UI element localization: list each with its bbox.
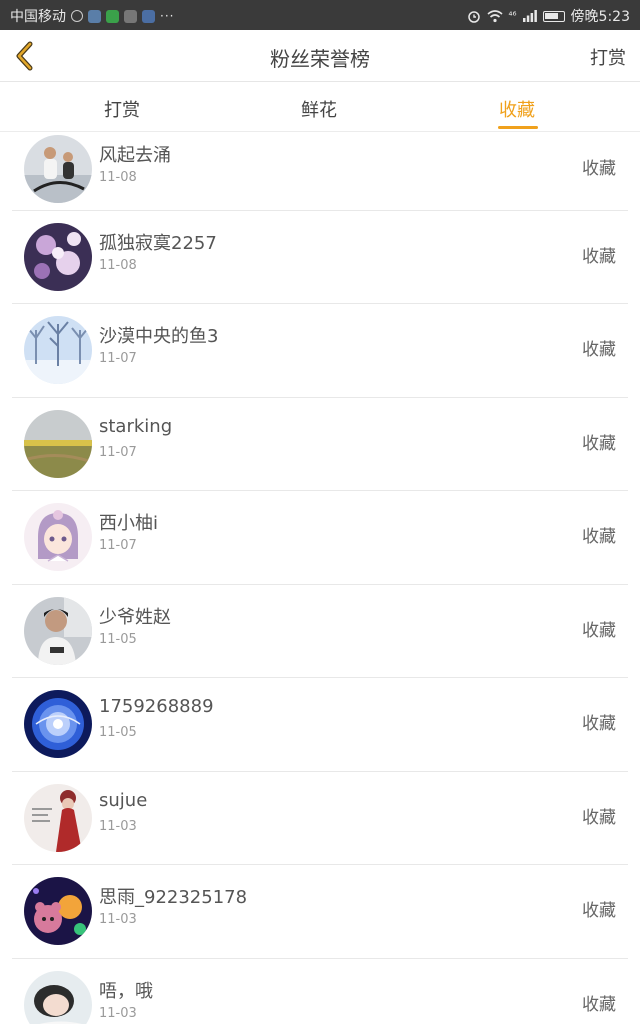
app-icon [142, 9, 155, 23]
fan-date: 11-07 [99, 538, 137, 553]
alarm-icon [467, 11, 480, 23]
fan-action-label: 收藏 [582, 620, 616, 641]
tab-reward[interactable]: 打赏 [104, 96, 140, 122]
fan-name: 1759268889 [99, 696, 214, 717]
list-item[interactable]: sujue 11-03 收藏 [12, 772, 628, 865]
list-item[interactable]: starking 11-07 收藏 [12, 398, 628, 491]
avatar [24, 690, 92, 758]
list-item[interactable]: 孤独寂寞2257 11-08 收藏 [12, 211, 628, 304]
fan-action-label: 收藏 [582, 433, 616, 454]
fan-action-label: 收藏 [582, 159, 616, 179]
app-icon [88, 9, 101, 23]
fan-date: 11-03 [99, 818, 137, 834]
fan-name: 少爷姓赵 [99, 606, 171, 628]
nav-bar: 粉丝荣誉榜 打赏 [0, 30, 640, 82]
page-title: 粉丝荣誉榜 [270, 47, 370, 71]
list-item[interactable]: 少爷姓赵 11-05 收藏 [12, 585, 628, 678]
clock-label: 傍晚5:23 [570, 9, 630, 25]
fan-date: 11-03 [99, 1005, 137, 1021]
list-item[interactable]: 风起去涌 11-08 收藏 [12, 132, 628, 211]
notification-icon [71, 10, 83, 22]
fan-date: 11-05 [99, 631, 137, 647]
fan-name: starking [99, 415, 173, 437]
fan-name: 沙漠中央的鱼3 [99, 326, 219, 347]
fan-name: 思雨_922325178 [99, 887, 248, 908]
fan-date: 11-07 [99, 444, 137, 460]
signal-icon [522, 10, 537, 22]
more-notifications-icon: ··· [160, 9, 175, 23]
avatar [24, 135, 92, 203]
fan-action-label: 收藏 [582, 994, 616, 1015]
fan-action-label: 收藏 [582, 714, 616, 734]
tab-favorites[interactable]: 收藏 [499, 96, 535, 122]
fan-action-label: 收藏 [582, 340, 616, 360]
avatar [24, 222, 92, 291]
fan-action-label: 收藏 [582, 527, 616, 547]
list-item[interactable]: 唔，哦 11-03 收藏 [12, 959, 628, 1024]
avatar [24, 596, 92, 665]
avatar [24, 503, 92, 571]
wifi-icon [486, 9, 503, 22]
fan-action-label: 收藏 [582, 807, 616, 828]
avatar [24, 316, 92, 384]
fan-date: 11-08 [99, 257, 137, 273]
fan-name: 风起去涌 [99, 145, 171, 166]
battery-icon [542, 10, 565, 22]
fan-action-label: 收藏 [582, 901, 616, 921]
fan-name: 唔，哦 [99, 980, 153, 1002]
avatar [24, 409, 92, 478]
carrier-label: 中国移动 [10, 9, 66, 25]
status-bar: 中国移动 ··· ⁴⁶ 傍晚5:23 [0, 0, 640, 30]
avatar [24, 783, 92, 852]
fan-action-label: 收藏 [582, 246, 616, 267]
fan-list[interactable]: 风起去涌 11-08 收藏 孤独寂寞2257 11-08 收藏 沙漠中央的鱼3 … [0, 132, 640, 1024]
list-item[interactable]: 1759268889 11-05 收藏 [12, 678, 628, 772]
fan-date: 11-03 [99, 912, 137, 927]
active-tab-indicator [498, 126, 538, 129]
list-item[interactable]: 思雨_922325178 11-03 收藏 [12, 865, 628, 959]
tab-flowers[interactable]: 鲜花 [301, 96, 337, 122]
fan-date: 11-08 [99, 170, 137, 185]
avatar [24, 877, 92, 945]
fan-name: 孤独寂寞2257 [99, 232, 217, 254]
fan-name: 西小柚i [99, 513, 159, 534]
app-icon [124, 9, 137, 23]
fan-date: 11-05 [99, 725, 137, 740]
network-type-label: ⁴⁶ [508, 10, 517, 22]
tab-bar: 打赏 鲜花 收藏 [0, 82, 640, 132]
wechat-icon [106, 9, 119, 23]
avatar [24, 970, 92, 1024]
list-item[interactable]: 西小柚i 11-07 收藏 [12, 491, 628, 585]
list-item[interactable]: 沙漠中央的鱼3 11-07 收藏 [12, 304, 628, 398]
reward-button[interactable]: 打赏 [590, 44, 626, 70]
fan-date: 11-07 [99, 351, 137, 366]
fan-name: sujue [99, 789, 148, 811]
